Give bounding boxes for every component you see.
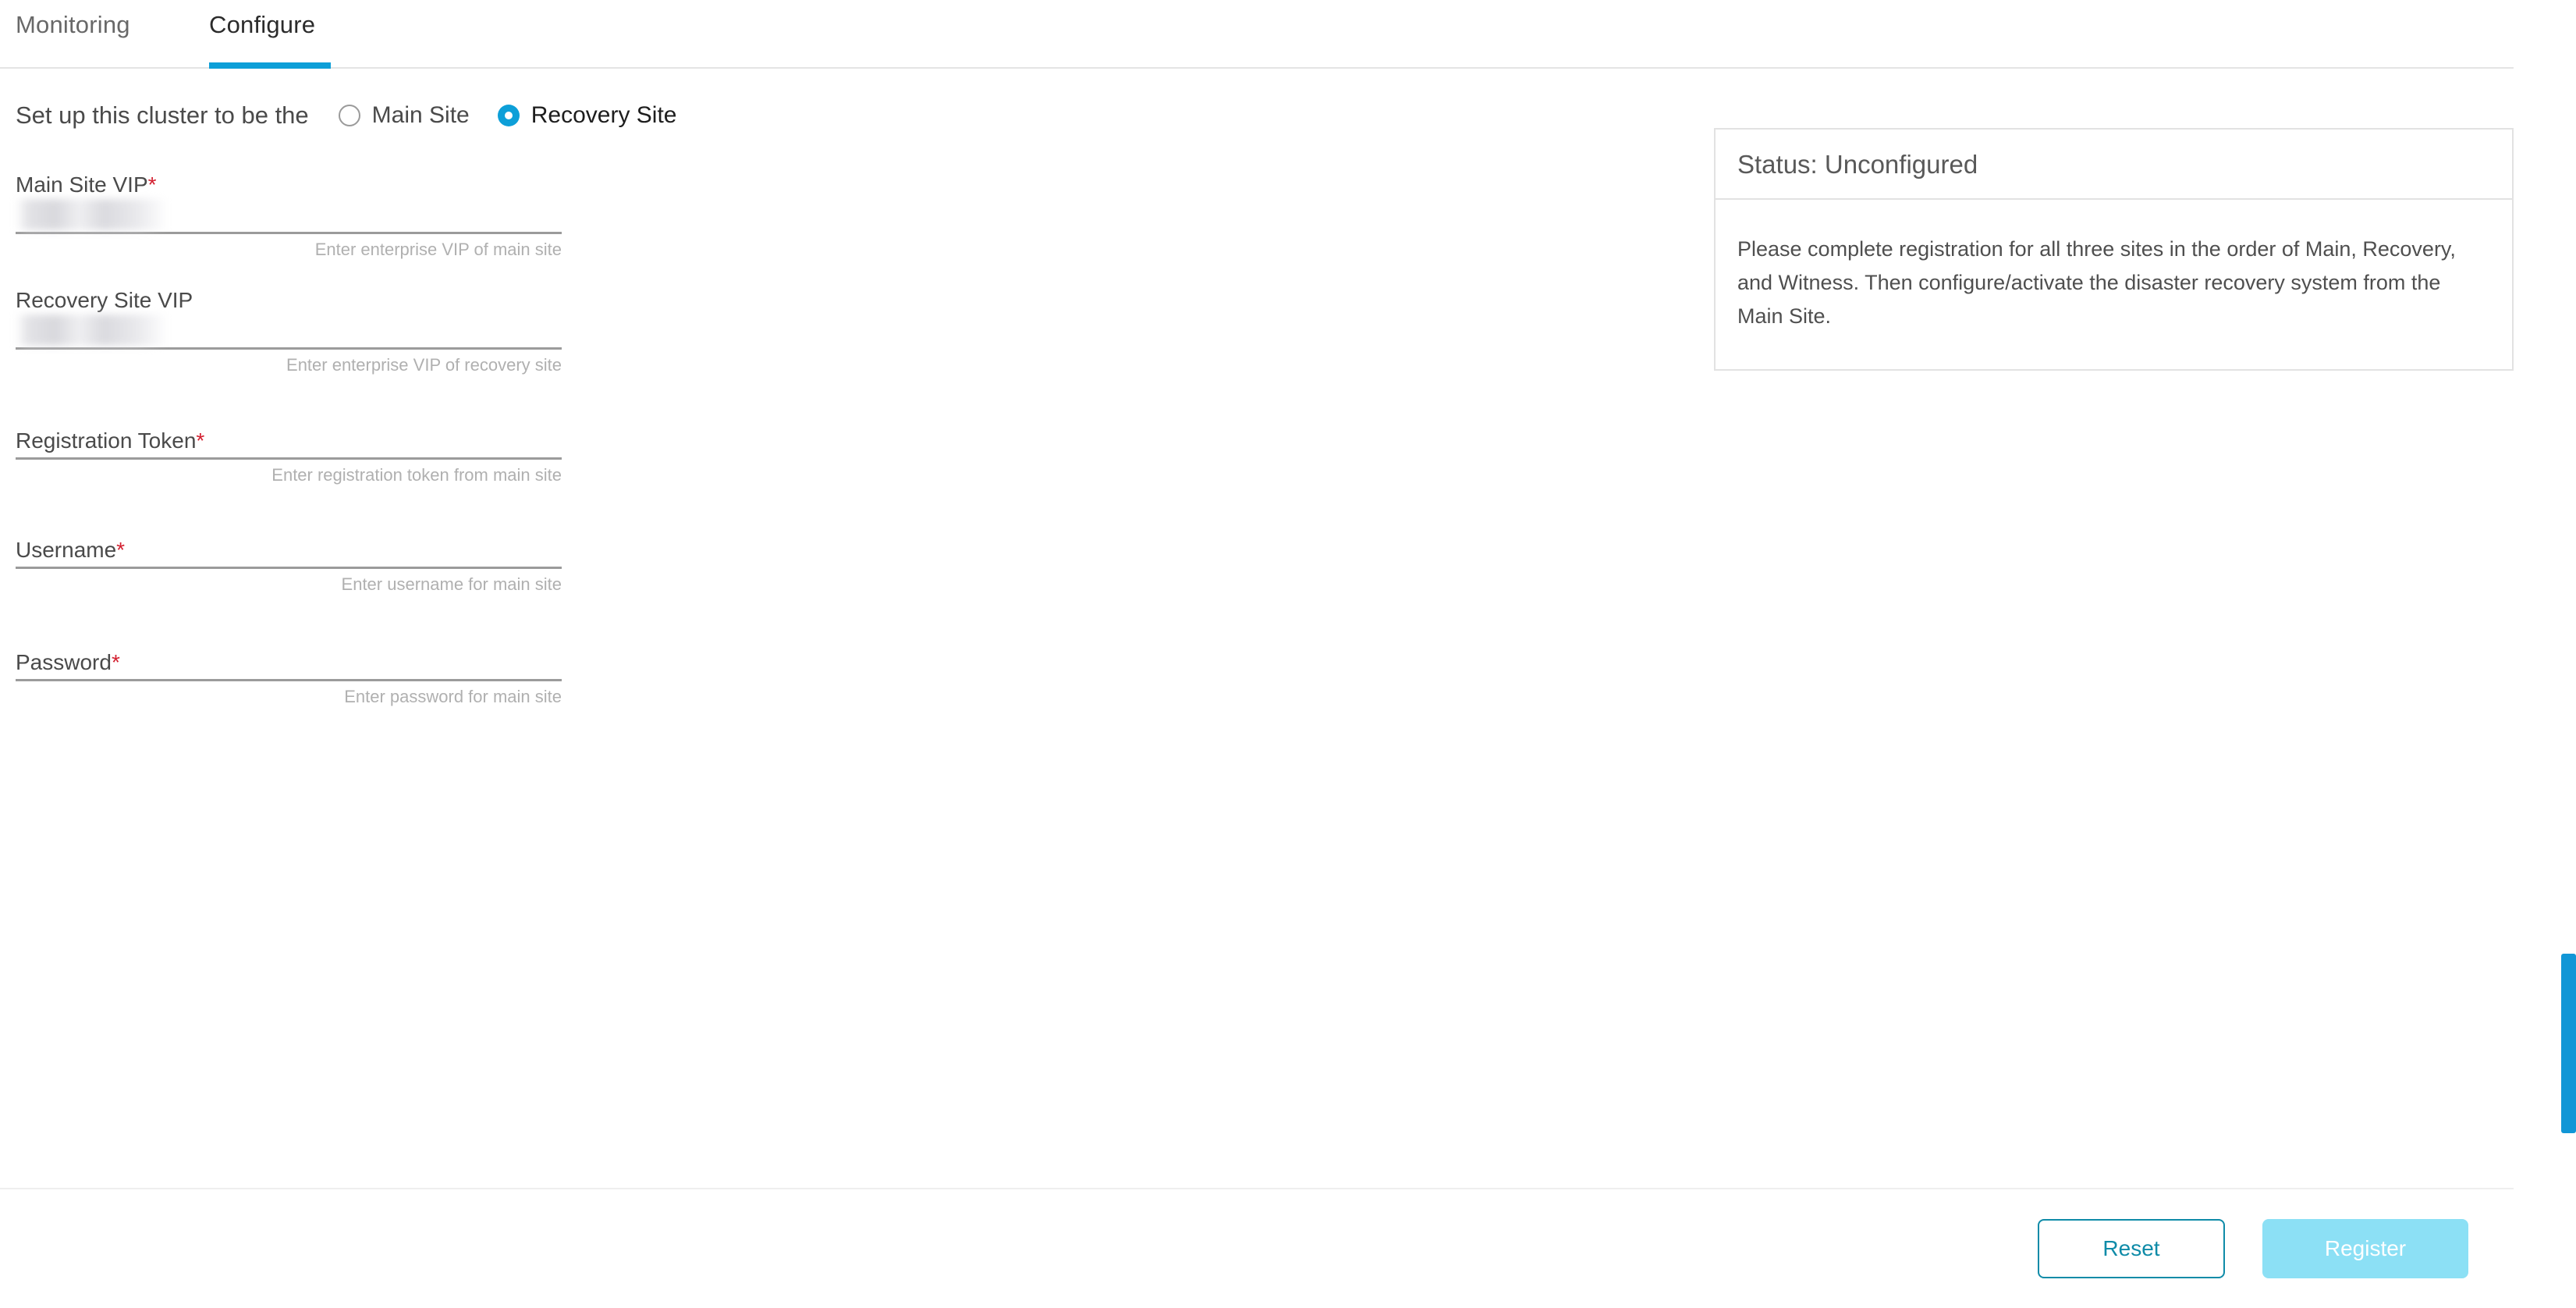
radio-option-main-site[interactable]: Main Site — [338, 102, 470, 129]
tab-monitoring[interactable]: Monitoring — [16, 0, 130, 69]
status-title: Status: Unconfigured — [1737, 150, 1978, 179]
field-username-label: Username* — [16, 538, 126, 562]
redacted-value — [16, 198, 168, 230]
redacted-value — [16, 314, 168, 346]
tab-monitoring-label: Monitoring — [16, 11, 130, 38]
field-registration-token-label: Registration Token* — [16, 428, 205, 453]
status-card-header: Status: Unconfigured — [1716, 130, 2512, 200]
site-type-intro-label: Set up this cluster to be the — [16, 101, 309, 129]
page-scrollbar-track[interactable] — [2560, 0, 2576, 1308]
site-type-selector: Set up this cluster to be the Main Site … — [16, 97, 704, 134]
tab-bar: Monitoring Configure — [0, 0, 2514, 69]
radio-unchecked-icon — [338, 105, 360, 126]
field-recovery-site-vip-label: Recovery Site VIP — [16, 288, 193, 312]
field-main-site-vip-label: Main Site VIP* — [16, 172, 157, 197]
field-main-site-vip-input[interactable] — [16, 198, 562, 234]
field-recovery-site-vip: Recovery Site VIP Enter enterprise VIP o… — [16, 287, 562, 375]
footer-actions: Reset Register — [0, 1189, 2514, 1308]
field-password-help: Enter password for main site — [344, 687, 562, 706]
required-marker: * — [196, 428, 205, 453]
required-marker: * — [116, 538, 126, 562]
field-registration-token-help: Enter registration token from main site — [271, 465, 562, 485]
reset-button[interactable]: Reset — [2038, 1219, 2225, 1278]
register-button-label: Register — [2324, 1236, 2407, 1260]
tab-configure-label: Configure — [209, 11, 316, 38]
field-main-site-vip: Main Site VIP* Enter enterprise VIP of m… — [16, 172, 562, 260]
page-scrollbar-thumb[interactable] — [2561, 954, 2576, 1133]
radio-option-recovery-site[interactable]: Recovery Site — [497, 102, 677, 129]
field-recovery-site-vip-input[interactable] — [16, 314, 562, 350]
required-marker: * — [111, 650, 120, 674]
required-marker: * — [147, 172, 157, 197]
field-password[interactable]: Password* Enter password for main site — [16, 649, 562, 707]
status-card: Status: Unconfigured Please complete reg… — [1714, 128, 2514, 371]
tab-configure[interactable]: Configure — [209, 0, 315, 69]
field-recovery-site-vip-help: Enter enterprise VIP of recovery site — [286, 355, 562, 375]
field-username[interactable]: Username* Enter username for main site — [16, 537, 562, 595]
radio-option-main-site-label: Main Site — [371, 102, 470, 128]
field-password-label: Password* — [16, 650, 120, 674]
field-registration-token[interactable]: Registration Token* Enter registration t… — [16, 428, 562, 485]
field-main-site-vip-help: Enter enterprise VIP of main site — [314, 240, 562, 259]
reset-button-label: Reset — [2102, 1236, 2160, 1260]
radio-checked-icon — [497, 105, 520, 126]
status-card-body: Please complete registration for all thr… — [1716, 200, 2512, 369]
register-button[interactable]: Register — [2262, 1219, 2468, 1278]
field-username-help: Enter username for main site — [341, 574, 562, 594]
status-message: Please complete registration for all thr… — [1737, 237, 2456, 328]
active-tab-indicator — [209, 62, 331, 69]
radio-option-recovery-site-label: Recovery Site — [530, 102, 677, 128]
